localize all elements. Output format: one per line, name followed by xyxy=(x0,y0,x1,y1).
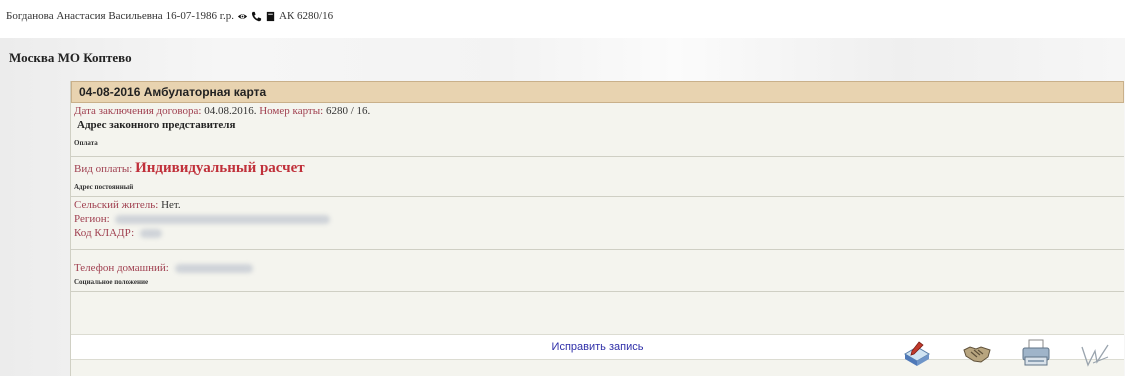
book-pen-icon[interactable] xyxy=(901,338,933,370)
rural-row: Сельский житель: Нет. xyxy=(74,199,181,211)
payment-type-label: Вид оплаты: xyxy=(74,163,133,175)
contract-date-label: Дата заключения договора: xyxy=(74,105,202,117)
region-row: Регион: xyxy=(74,213,331,225)
patient-birth: 16-07-1986 г.р. xyxy=(165,10,235,22)
home-phone-row: Телефон домашний: xyxy=(74,262,253,274)
legal-rep-heading: Адрес законного представителя xyxy=(77,119,236,131)
payment-type-row: Вид оплаты: Индивидуальный расчет xyxy=(74,160,305,177)
address-section: Сельский житель: Нет. Регион: Код КЛАДР: xyxy=(71,196,1124,250)
printer-icon[interactable] xyxy=(1020,337,1052,369)
rural-label: Сельский житель: xyxy=(74,199,159,211)
eye-icon[interactable] xyxy=(237,11,248,22)
outpatient-card: 04-08-2016 Амбулаторная карта Дата заклю… xyxy=(70,81,1124,376)
payment-heading: Оплата xyxy=(74,139,98,147)
region-value-redacted xyxy=(115,214,331,224)
phone-section: Телефон домашний: Социальное положение xyxy=(71,249,1124,292)
contract-row: Дата заключения договора: 04.08.2016. Но… xyxy=(74,105,370,117)
permanent-address-heading: Адрес постоянный xyxy=(74,183,134,191)
contract-section: Дата заключения договора: 04.08.2016. Но… xyxy=(71,103,1124,157)
card-code: АК 6280/16 xyxy=(279,10,334,22)
handshake-icon[interactable] xyxy=(961,338,993,370)
region-title: Москва МО Коптево xyxy=(9,50,132,65)
signature-icon[interactable] xyxy=(1079,338,1111,370)
kladr-row: Код КЛАДР: xyxy=(74,227,162,239)
kladr-label: Код КЛАДР: xyxy=(74,227,135,239)
card-number-value: 6280 / 16. xyxy=(325,105,371,117)
phone-icon[interactable] xyxy=(251,11,262,22)
kladr-value-redacted xyxy=(139,228,162,238)
rural-value: Нет. xyxy=(161,199,181,211)
social-status-heading: Социальное положение xyxy=(74,278,149,286)
document-icon[interactable] xyxy=(265,11,276,22)
patient-info-line: Богданова Анастасия Васильевна 16-07-198… xyxy=(6,10,333,22)
home-phone-value-redacted xyxy=(174,263,253,273)
payment-type-value: Индивидуальный расчет xyxy=(135,160,305,176)
patient-name: Богданова Анастасия Васильевна xyxy=(6,10,163,22)
card-header: 04-08-2016 Амбулаторная карта xyxy=(71,81,1124,103)
payment-section: Вид оплаты: Индивидуальный расчет Адрес … xyxy=(71,156,1124,197)
card-number-label: Номер карты: xyxy=(259,105,324,117)
home-phone-label: Телефон домашний: xyxy=(74,262,169,274)
region-label: Регион: xyxy=(74,213,110,225)
contract-date-value: 04.08.2016. xyxy=(204,105,257,117)
record-panel: Москва МО Коптево 04-08-2016 Амбулаторна… xyxy=(0,38,1125,376)
